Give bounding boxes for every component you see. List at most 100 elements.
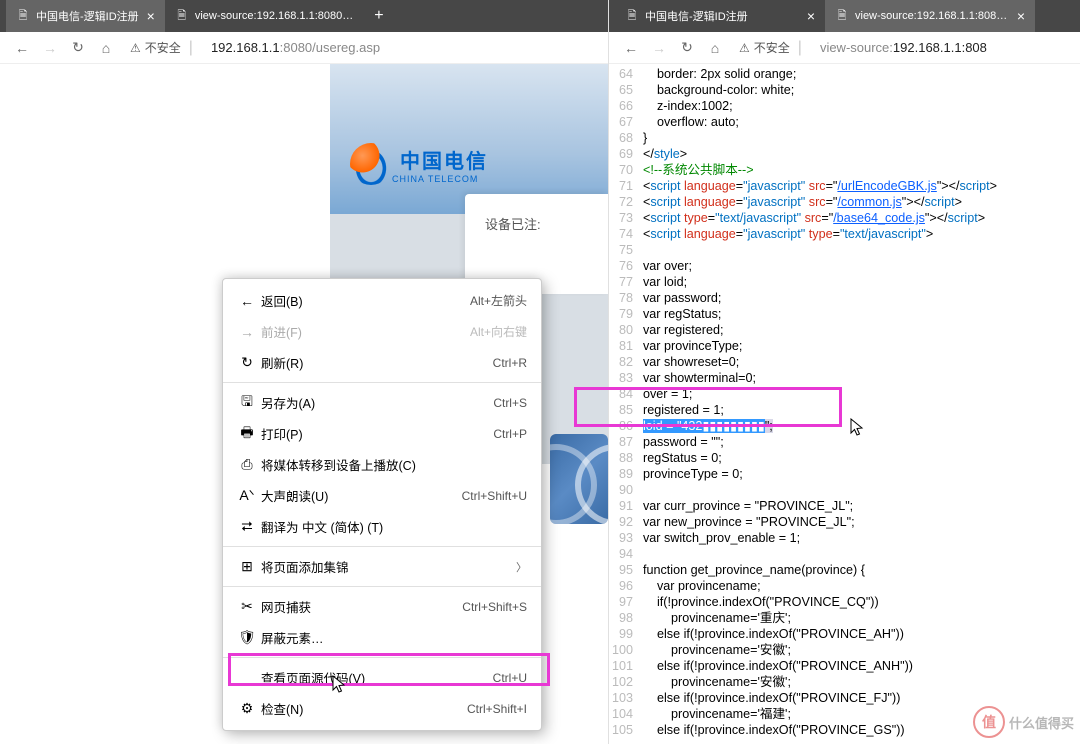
context-menu-item[interactable]: ⎙ 将媒体转移到设备上播放(C)	[223, 449, 541, 480]
code-line: 98 provincename='重庆';	[609, 610, 1080, 626]
menu-item-shortcut: Ctrl+S	[493, 396, 527, 410]
code-line: 84over = 1;	[609, 386, 1080, 402]
back-button[interactable]: ←	[8, 34, 36, 62]
forward-button[interactable]: →	[36, 34, 64, 62]
menu-item-label: 前进(F)	[261, 322, 470, 341]
close-icon[interactable]: ×	[147, 8, 155, 24]
menu-item-label: 将页面添加集锦	[261, 557, 516, 576]
code-line: 96 var provincename;	[609, 578, 1080, 594]
code-line: 87password = "";	[609, 434, 1080, 450]
china-telecom-logo: 中国电信 CHINA TELECOM	[350, 139, 520, 189]
chevron-right-icon: 〉	[516, 559, 527, 575]
code-line: 77var loid;	[609, 274, 1080, 290]
menu-item-label: 查看页面源代码(V)	[261, 668, 493, 687]
menu-item-icon: 🖶	[235, 422, 259, 446]
close-icon[interactable]: ×	[1017, 8, 1025, 24]
source-code-view[interactable]: 64 border: 2px solid orange;65 backgroun…	[609, 64, 1080, 744]
context-menu-item[interactable]: 🖶 打印(P) Ctrl+P	[223, 418, 541, 449]
menu-item-icon: ←	[235, 293, 259, 309]
code-line: 64 border: 2px solid orange;	[609, 66, 1080, 82]
browser-window-left: 🗎 中国电信-逻辑ID注册 × 🗎 view-source:192.168.1.…	[0, 0, 608, 744]
context-menu-item[interactable]: ↻ 刷新(R) Ctrl+R	[223, 347, 541, 378]
code-line: 78var password;	[609, 290, 1080, 306]
menu-item-label: 将媒体转移到设备上播放(C)	[261, 455, 527, 474]
close-icon[interactable]: ×	[807, 8, 815, 24]
url-text[interactable]: 192.168.1.1:8080/usereg.asp	[211, 40, 380, 55]
code-line: 66 z-index:1002;	[609, 98, 1080, 114]
menu-item-label: 网页捕获	[261, 597, 462, 616]
menu-item-shortcut: Ctrl+Shift+S	[462, 600, 527, 614]
menu-item-shortcut: Ctrl+U	[493, 671, 527, 685]
watermark: 值 什么值得买	[973, 706, 1074, 738]
code-line: 76var over;	[609, 258, 1080, 274]
file-icon: 🗎	[835, 8, 849, 24]
menu-item-label: 检查(N)	[261, 699, 467, 718]
menu-item-icon: →	[235, 324, 259, 340]
menu-item-label: 大声朗读(U)	[261, 486, 462, 505]
code-line: 94	[609, 546, 1080, 562]
menu-item-label: 刷新(R)	[261, 353, 493, 372]
context-menu-item[interactable]: 🛡 屏蔽元素…	[223, 622, 541, 653]
code-line: 79var regStatus;	[609, 306, 1080, 322]
tab-title: 中国电信-逻辑ID注册	[36, 8, 139, 24]
code-line: 67 overflow: auto;	[609, 114, 1080, 130]
menu-item-label: 翻译为 中文 (简体) (T)	[261, 517, 527, 536]
menu-item-shortcut: Alt+左箭头	[470, 292, 527, 309]
menu-item-icon: 🛡	[235, 629, 259, 646]
url-text[interactable]: view-source:192.168.1.1:808	[820, 40, 987, 55]
code-line: 69</style>	[609, 146, 1080, 162]
menu-item-label: 打印(P)	[261, 424, 493, 443]
menu-item-icon: ⊞	[235, 558, 259, 575]
tab-2[interactable]: 🗎 view-source:192.168.1.1:8080/us	[165, 0, 365, 32]
context-menu-item[interactable]: ⚙ 检查(N) Ctrl+Shift+I	[223, 693, 541, 724]
code-line: 103 else if(!province.indexOf("PROVINCE_…	[609, 690, 1080, 706]
security-indicator[interactable]: ⚠ 不安全	[739, 39, 790, 56]
tab-1[interactable]: 🗎 中国电信-逻辑ID注册 ×	[6, 0, 165, 32]
home-button[interactable]: ⌂	[92, 34, 120, 62]
watermark-badge-icon: 值	[973, 706, 1005, 738]
refresh-button[interactable]: ↻	[673, 34, 701, 62]
tab-strip-right: 🗎 中国电信-逻辑ID注册 × 🗎 view-source:192.168.1.…	[609, 0, 1080, 32]
back-button[interactable]: ←	[617, 34, 645, 62]
code-line: 81var provinceType;	[609, 338, 1080, 354]
code-line: 71<script language="javascript" src="/ur…	[609, 178, 1080, 194]
code-line: 102 provincename='安徽';	[609, 674, 1080, 690]
security-indicator[interactable]: ⚠ 不安全	[130, 39, 181, 56]
context-menu-item[interactable]: 查看页面源代码(V) Ctrl+U	[223, 662, 541, 693]
menu-item-shortcut: Ctrl+Shift+I	[467, 702, 527, 716]
code-line: 97 if(!province.indexOf("PROVINCE_CQ"))	[609, 594, 1080, 610]
context-menu-item[interactable]: Aᐠ 大声朗读(U) Ctrl+Shift+U	[223, 480, 541, 511]
context-menu-item[interactable]: ⮂ 翻译为 中文 (简体) (T)	[223, 511, 541, 542]
code-line: 100 provincename='安徽';	[609, 642, 1080, 658]
tab-2[interactable]: 🗎 view-source:192.168.1.1:8080/us ×	[825, 0, 1035, 32]
code-line: 85registered = 1;	[609, 402, 1080, 418]
decorative-wave-icon	[550, 434, 608, 524]
home-button[interactable]: ⌂	[701, 34, 729, 62]
context-menu-item: → 前进(F) Alt+向右键	[223, 316, 541, 347]
context-menu-item[interactable]: ⊞ 将页面添加集锦 〉	[223, 551, 541, 582]
forward-button[interactable]: →	[645, 34, 673, 62]
code-line: 72<script language="javascript" src="/co…	[609, 194, 1080, 210]
code-line: 92var new_province = "PROVINCE_JL";	[609, 514, 1080, 530]
address-bar-left: ← → ↻ ⌂ ⚠ 不安全 | 192.168.1.1:8080/usereg.…	[0, 32, 608, 64]
tab-title: view-source:192.168.1.1:8080/us	[195, 10, 355, 22]
tab-1[interactable]: 🗎 中国电信-逻辑ID注册 ×	[615, 0, 825, 32]
menu-item-icon: ✂	[235, 598, 259, 615]
tab-strip-left: 🗎 中国电信-逻辑ID注册 × 🗎 view-source:192.168.1.…	[0, 0, 608, 32]
file-icon: 🗎	[175, 8, 189, 24]
code-line: 91var curr_province = "PROVINCE_JL";	[609, 498, 1080, 514]
code-line: 101 else if(!province.indexOf("PROVINCE_…	[609, 658, 1080, 674]
code-line: 65 background-color: white;	[609, 82, 1080, 98]
new-tab-button[interactable]: +	[365, 0, 393, 32]
code-line: 73<script type="text/javascript" src="/b…	[609, 210, 1080, 226]
context-menu-item[interactable]: ✂ 网页捕获 Ctrl+Shift+S	[223, 591, 541, 622]
refresh-button[interactable]: ↻	[64, 34, 92, 62]
code-line: 86loid = "432▮▮▮▮▮▮▮▮▮";	[609, 418, 1080, 434]
code-line: 99 else if(!province.indexOf("PROVINCE_A…	[609, 626, 1080, 642]
tab-title: 中国电信-逻辑ID注册	[645, 8, 799, 24]
context-menu-item[interactable]: ← 返回(B) Alt+左箭头	[223, 285, 541, 316]
menu-item-icon: ⚙	[235, 700, 259, 717]
menu-item-icon: 🖫	[235, 391, 259, 415]
context-menu-item[interactable]: 🖫 另存为(A) Ctrl+S	[223, 387, 541, 418]
menu-item-shortcut: Ctrl+R	[493, 356, 527, 370]
